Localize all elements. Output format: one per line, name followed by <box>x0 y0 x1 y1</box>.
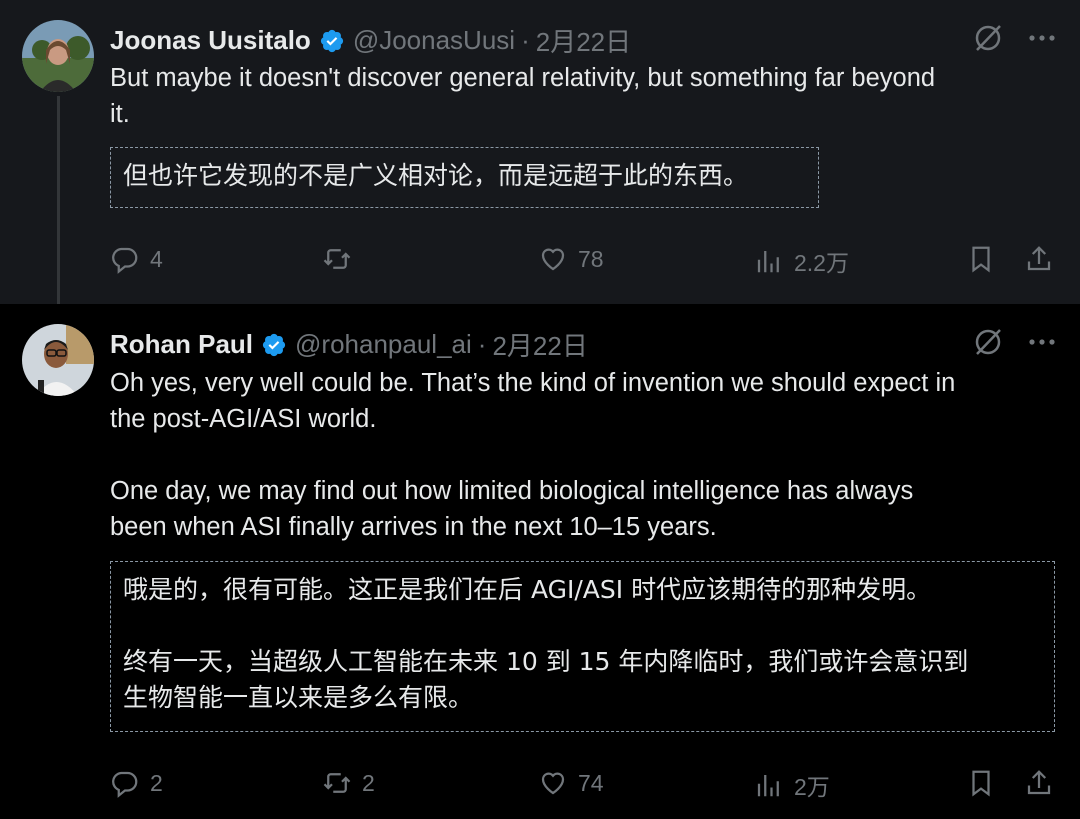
more-icon[interactable] <box>1028 22 1056 54</box>
like-count: 78 <box>578 245 604 272</box>
action-bar: 2 2 74 2万 <box>110 768 1056 808</box>
retweet-icon <box>323 773 351 793</box>
views-icon <box>757 251 779 273</box>
author-name[interactable]: Rohan Paul <box>110 329 253 360</box>
tweet-header: Joonas Uusitalo @JoonasUusi · 2月22日 <box>110 22 631 59</box>
views-button[interactable]: 2万 <box>754 768 830 802</box>
retweet-button[interactable]: 2 <box>322 768 375 798</box>
tweet-date[interactable]: 2月22日 <box>492 326 587 363</box>
share-icon <box>1027 770 1051 795</box>
retweet-button[interactable] <box>322 244 362 274</box>
views-count: 2万 <box>794 774 830 800</box>
verified-badge-icon <box>262 333 286 356</box>
like-icon <box>541 772 565 795</box>
action-bar: 4 78 2.2万 <box>110 244 1056 284</box>
reply-icon <box>112 247 138 274</box>
avatar-rohan[interactable] <box>22 324 94 396</box>
tweet-text: Oh yes, very well could be. That’s the k… <box>110 369 956 541</box>
translation-box: 但也许它发现的不是广义相对论，而是远超于此的东西。 <box>110 147 819 208</box>
views-icon <box>757 775 779 797</box>
like-icon <box>541 248 565 271</box>
grok-icon[interactable] <box>972 326 1004 358</box>
like-button[interactable]: 78 <box>538 244 604 274</box>
separator-dot: · <box>477 329 487 359</box>
share-icon <box>1027 246 1051 271</box>
author-handle[interactable]: @JoonasUusi <box>353 25 515 56</box>
tweet-header: Rohan Paul @rohanpaul_ai · 2月22日 <box>110 326 588 363</box>
verified-badge-icon <box>320 29 343 52</box>
reply-button[interactable]: 4 <box>110 244 163 274</box>
reply-count: 4 <box>150 245 163 272</box>
reply-icon <box>112 771 138 798</box>
reply-button[interactable]: 2 <box>110 768 163 798</box>
bookmark-button[interactable] <box>966 244 996 274</box>
views-button[interactable]: 2.2万 <box>754 244 849 278</box>
bookmark-icon <box>972 770 990 797</box>
retweet-count: 2 <box>362 769 375 796</box>
tweet-joonas[interactable]: Joonas Uusitalo @JoonasUusi · 2月22日 But … <box>0 0 1080 304</box>
thread-connector <box>57 96 60 318</box>
separator-dot: · <box>521 25 530 55</box>
author-handle[interactable]: @rohanpaul_ai <box>295 329 472 360</box>
more-icon[interactable] <box>1028 326 1056 358</box>
author-name[interactable]: Joonas Uusitalo <box>110 25 311 56</box>
like-count: 74 <box>578 769 604 796</box>
bookmark-button[interactable] <box>966 768 996 798</box>
share-button[interactable] <box>1024 768 1054 798</box>
grok-icon[interactable] <box>972 22 1004 54</box>
share-button[interactable] <box>1024 244 1054 274</box>
retweet-icon <box>323 249 351 269</box>
reply-count: 2 <box>150 769 163 796</box>
avatar-joonas[interactable] <box>22 20 94 92</box>
views-count: 2.2万 <box>794 250 849 276</box>
tweet-text: But maybe it doesn't discover general re… <box>110 64 936 128</box>
tweet-rohan[interactable]: Rohan Paul @rohanpaul_ai · 2月22日 Oh yes,… <box>0 304 1080 819</box>
tweet-date[interactable]: 2月22日 <box>536 22 631 59</box>
like-button[interactable]: 74 <box>538 768 604 798</box>
translation-box: 哦是的，很有可能。这正是我们在后 AGI/ASI 时代应该期待的那种发明。 终有… <box>110 561 1055 732</box>
bookmark-icon <box>972 246 990 273</box>
